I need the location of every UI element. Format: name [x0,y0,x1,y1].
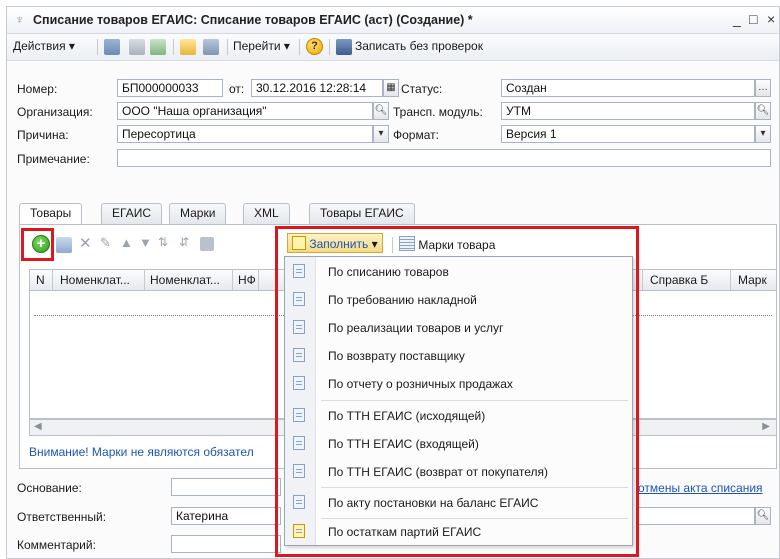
sort-desc-icon[interactable]: ⇵ [179,235,189,249]
transport-module-field[interactable]: УТМ [501,102,755,120]
transport-module-label: Трансп. модуль: [393,105,483,119]
add-button-highlight [21,228,54,261]
note-field[interactable] [117,149,771,167]
actions-menu[interactable]: Действия ▾ [13,39,75,55]
tab-goods-egais[interactable]: Товары ЕГАИС [309,203,415,224]
format-select[interactable]: Версия 1 [501,125,755,143]
format-label: Формат: [393,128,439,142]
move-down-icon[interactable]: ▼ [139,235,152,250]
column-nomenclature-1[interactable]: Номенклат... [60,273,130,287]
column-certificate-b[interactable]: Справка Б [650,273,708,287]
tab-marks[interactable]: Марки [169,203,227,224]
search-icon[interactable]: 🔍︎ [755,102,771,120]
responsible-field[interactable]: Катерина [171,507,281,525]
from-label: от: [229,82,245,96]
main-toolbar: Действия ▾ Перейти ▾ ? Записать без пров… [7,34,779,61]
fill-doc-icon[interactable] [180,39,196,55]
help-icon[interactable]: ? [306,38,323,55]
document-window: ♆ Списание товаров ЕГАИС: Списание товар… [6,6,780,559]
responsible-label: Ответственный: [17,510,107,524]
column-nomenclature-2[interactable]: Номенклат... [150,273,220,287]
select-button[interactable]: … [755,79,771,97]
chevron-down-icon[interactable]: ▾ [755,125,771,143]
refresh-icon[interactable] [150,39,166,55]
search-icon[interactable]: 🔍︎ [755,507,771,525]
cancel-act-link[interactable]: отмены акта списания [638,481,763,495]
maximize-button[interactable]: □ [749,11,757,27]
tab-xml[interactable]: XML [243,203,290,224]
number-label: Номер: [17,82,58,96]
marks-warning: Внимание! Марки не являются обязател [29,445,254,459]
settings-icon[interactable] [200,237,214,251]
tab-goods[interactable]: Товары [19,203,83,225]
save-icon[interactable] [336,39,352,55]
title-bar: ♆ Списание товаров ЕГАИС: Списание товар… [7,7,779,34]
column-n[interactable]: N [36,273,45,287]
fill-menu-highlight [275,226,639,557]
reason-select[interactable]: Пересортица [117,125,373,143]
tab-egais[interactable]: ЕГАИС [101,203,162,224]
comment-label: Комментарий: [17,538,96,552]
column-marks[interactable]: Марк [738,273,767,287]
goto-menu[interactable]: Перейти ▾ [233,39,290,55]
organization-label: Организация: [17,105,93,119]
post-icon[interactable] [104,39,120,55]
edit-icon[interactable]: ✎ [100,235,111,251]
scroll-right-icon[interactable]: ▶ [762,421,770,432]
comment-field[interactable] [171,535,281,553]
app-icon: ♆ [15,12,25,27]
sort-asc-icon[interactable]: ⇅ [158,235,168,249]
search-icon[interactable]: 🔍︎ [373,102,389,120]
copy-row-icon[interactable] [56,237,72,253]
basis-label: Основание: [17,481,82,495]
close-button[interactable]: × [767,11,775,27]
responsible-extra-field[interactable] [637,507,755,525]
calendar-icon[interactable]: ▦ [383,79,399,97]
number-field[interactable]: БП000000033 [117,79,223,97]
delete-icon[interactable]: ✕ [79,234,92,252]
status-field[interactable]: Создан [501,79,755,97]
save-without-check-button[interactable]: Записать без проверок [355,39,483,55]
move-up-icon[interactable]: ▲ [120,235,133,250]
chevron-down-icon[interactable]: ▾ [373,125,389,143]
minimize-button[interactable]: _ [733,11,741,27]
scroll-left-icon[interactable]: ◀ [34,421,42,432]
status-label: Статус: [401,82,443,96]
reason-label: Причина: [17,128,69,142]
basis-field[interactable] [171,478,281,496]
window-title: Списание товаров ЕГАИС: Списание товаров… [33,13,473,27]
structure-icon[interactable] [203,39,219,55]
list-icon[interactable] [129,39,145,55]
column-nf[interactable]: НФ [238,273,256,287]
date-field[interactable]: 30.12.2016 12:28:14 [251,79,383,97]
organization-field[interactable]: ООО "Наша организация" [117,102,373,120]
note-label: Примечание: [17,152,90,166]
